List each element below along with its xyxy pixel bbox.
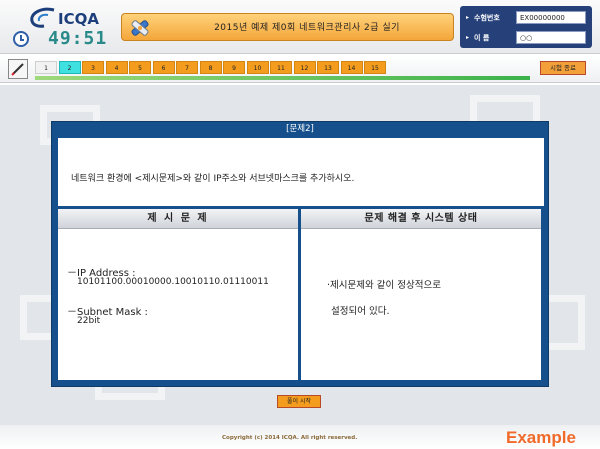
exam-title-box: 2015년 예제 제0회 네트워크관리사 2급 실기 bbox=[121, 13, 454, 41]
end-exam-button[interactable]: 시험 종료 bbox=[540, 61, 586, 75]
question-tab-1[interactable]: 1 bbox=[35, 61, 57, 74]
question-text: 네트워크 환경에 <제시문제>와 같이 IP주소와 서브넷마스크를 추가하시오. bbox=[71, 174, 355, 184]
subnet-mask-value: 22bit bbox=[77, 316, 101, 326]
question-toolbar: 1 2 3 4 5 6 7 8 9 10 11 12 13 14 15 시험 종료 bbox=[0, 56, 600, 83]
question-tab-5[interactable]: 5 bbox=[129, 61, 151, 74]
question-panel: [문제2] 네트워크 환경에 <제시문제>와 같이 IP주소와 서브넷마스크를 … bbox=[51, 121, 549, 387]
question-tab-11[interactable]: 11 bbox=[270, 61, 292, 74]
question-tab-14[interactable]: 14 bbox=[340, 61, 363, 74]
exam-title: 2015년 예제 제0회 네트워크관리사 2급 실기 bbox=[214, 23, 400, 33]
timer: 49:51 bbox=[48, 28, 108, 49]
system-state-body: ·제시문제와 같이 정상적으로 설정되어 있다. bbox=[301, 230, 541, 380]
candidate-number-field: EX00000000 bbox=[516, 11, 586, 24]
logo-text: ICQA bbox=[58, 10, 99, 28]
system-state-header: 문제 해결 후 시스템 상태 bbox=[301, 209, 541, 229]
memo-pen-icon[interactable] bbox=[8, 59, 28, 79]
example-watermark: Example bbox=[506, 428, 576, 447]
ip-address-value: 10101100.00010000.10010110.01110011 bbox=[77, 277, 269, 287]
candidate-number-label: 수험번호 bbox=[474, 14, 500, 22]
question-text-box: 네트워크 환경에 <제시문제>와 같이 IP주소와 서브넷마스크를 추가하시오. bbox=[58, 138, 544, 206]
icqa-logo-icon bbox=[30, 7, 55, 28]
header: ICQA 49:51 2015년 예제 제0회 네트워크관리사 2급 실기 ▸ … bbox=[0, 0, 600, 54]
candidate-name-label: 이 름 bbox=[474, 34, 490, 42]
question-tab-4[interactable]: 4 bbox=[105, 61, 128, 74]
question-tab-6[interactable]: 6 bbox=[152, 61, 175, 74]
system-state-line-1: ·제시문제와 같이 정상적으로 bbox=[327, 280, 441, 291]
question-tab-9[interactable]: 9 bbox=[223, 61, 245, 74]
question-number-label: [문제2] bbox=[286, 124, 314, 134]
clock-icon bbox=[13, 31, 29, 47]
question-tab-8[interactable]: 8 bbox=[199, 61, 222, 74]
given-problem-panel: 제 시 문 제 －IP Address : 10101100.00010000.… bbox=[58, 209, 298, 380]
start-solving-button[interactable]: 풀이 시작 bbox=[277, 395, 321, 408]
question-tab-7[interactable]: 7 bbox=[176, 61, 198, 74]
tools-icon bbox=[131, 20, 149, 36]
system-state-panel: 문제 해결 후 시스템 상태 ·제시문제와 같이 정상적으로 설정되어 있다. bbox=[301, 209, 541, 380]
icqa-logo: ICQA bbox=[28, 7, 108, 29]
candidate-info-panel: ▸ 수험번호 EX00000000 ▸ 이 름 ○○ bbox=[460, 6, 592, 48]
pen-icon bbox=[11, 63, 24, 76]
progress-bar bbox=[35, 76, 530, 80]
question-tab-12[interactable]: 12 bbox=[293, 61, 316, 74]
given-problem-body: －IP Address : 10101100.00010000.10010110… bbox=[58, 230, 298, 380]
question-tab-15[interactable]: 15 bbox=[364, 61, 386, 74]
given-problem-header: 제 시 문 제 bbox=[58, 209, 298, 229]
candidate-name-field: ○○ bbox=[516, 31, 586, 44]
arrow-right-icon: ▸ bbox=[466, 34, 470, 41]
question-tab-10[interactable]: 10 bbox=[246, 61, 269, 74]
system-state-line-2: 설정되어 있다. bbox=[331, 306, 390, 317]
arrow-right-icon: ▸ bbox=[466, 14, 470, 21]
question-tab-2[interactable]: 2 bbox=[58, 61, 81, 74]
question-tab-3[interactable]: 3 bbox=[82, 61, 104, 74]
copyright-text: Copyright (c) 2014 ICQA. All right reser… bbox=[222, 435, 358, 441]
question-tab-13[interactable]: 13 bbox=[317, 61, 339, 74]
